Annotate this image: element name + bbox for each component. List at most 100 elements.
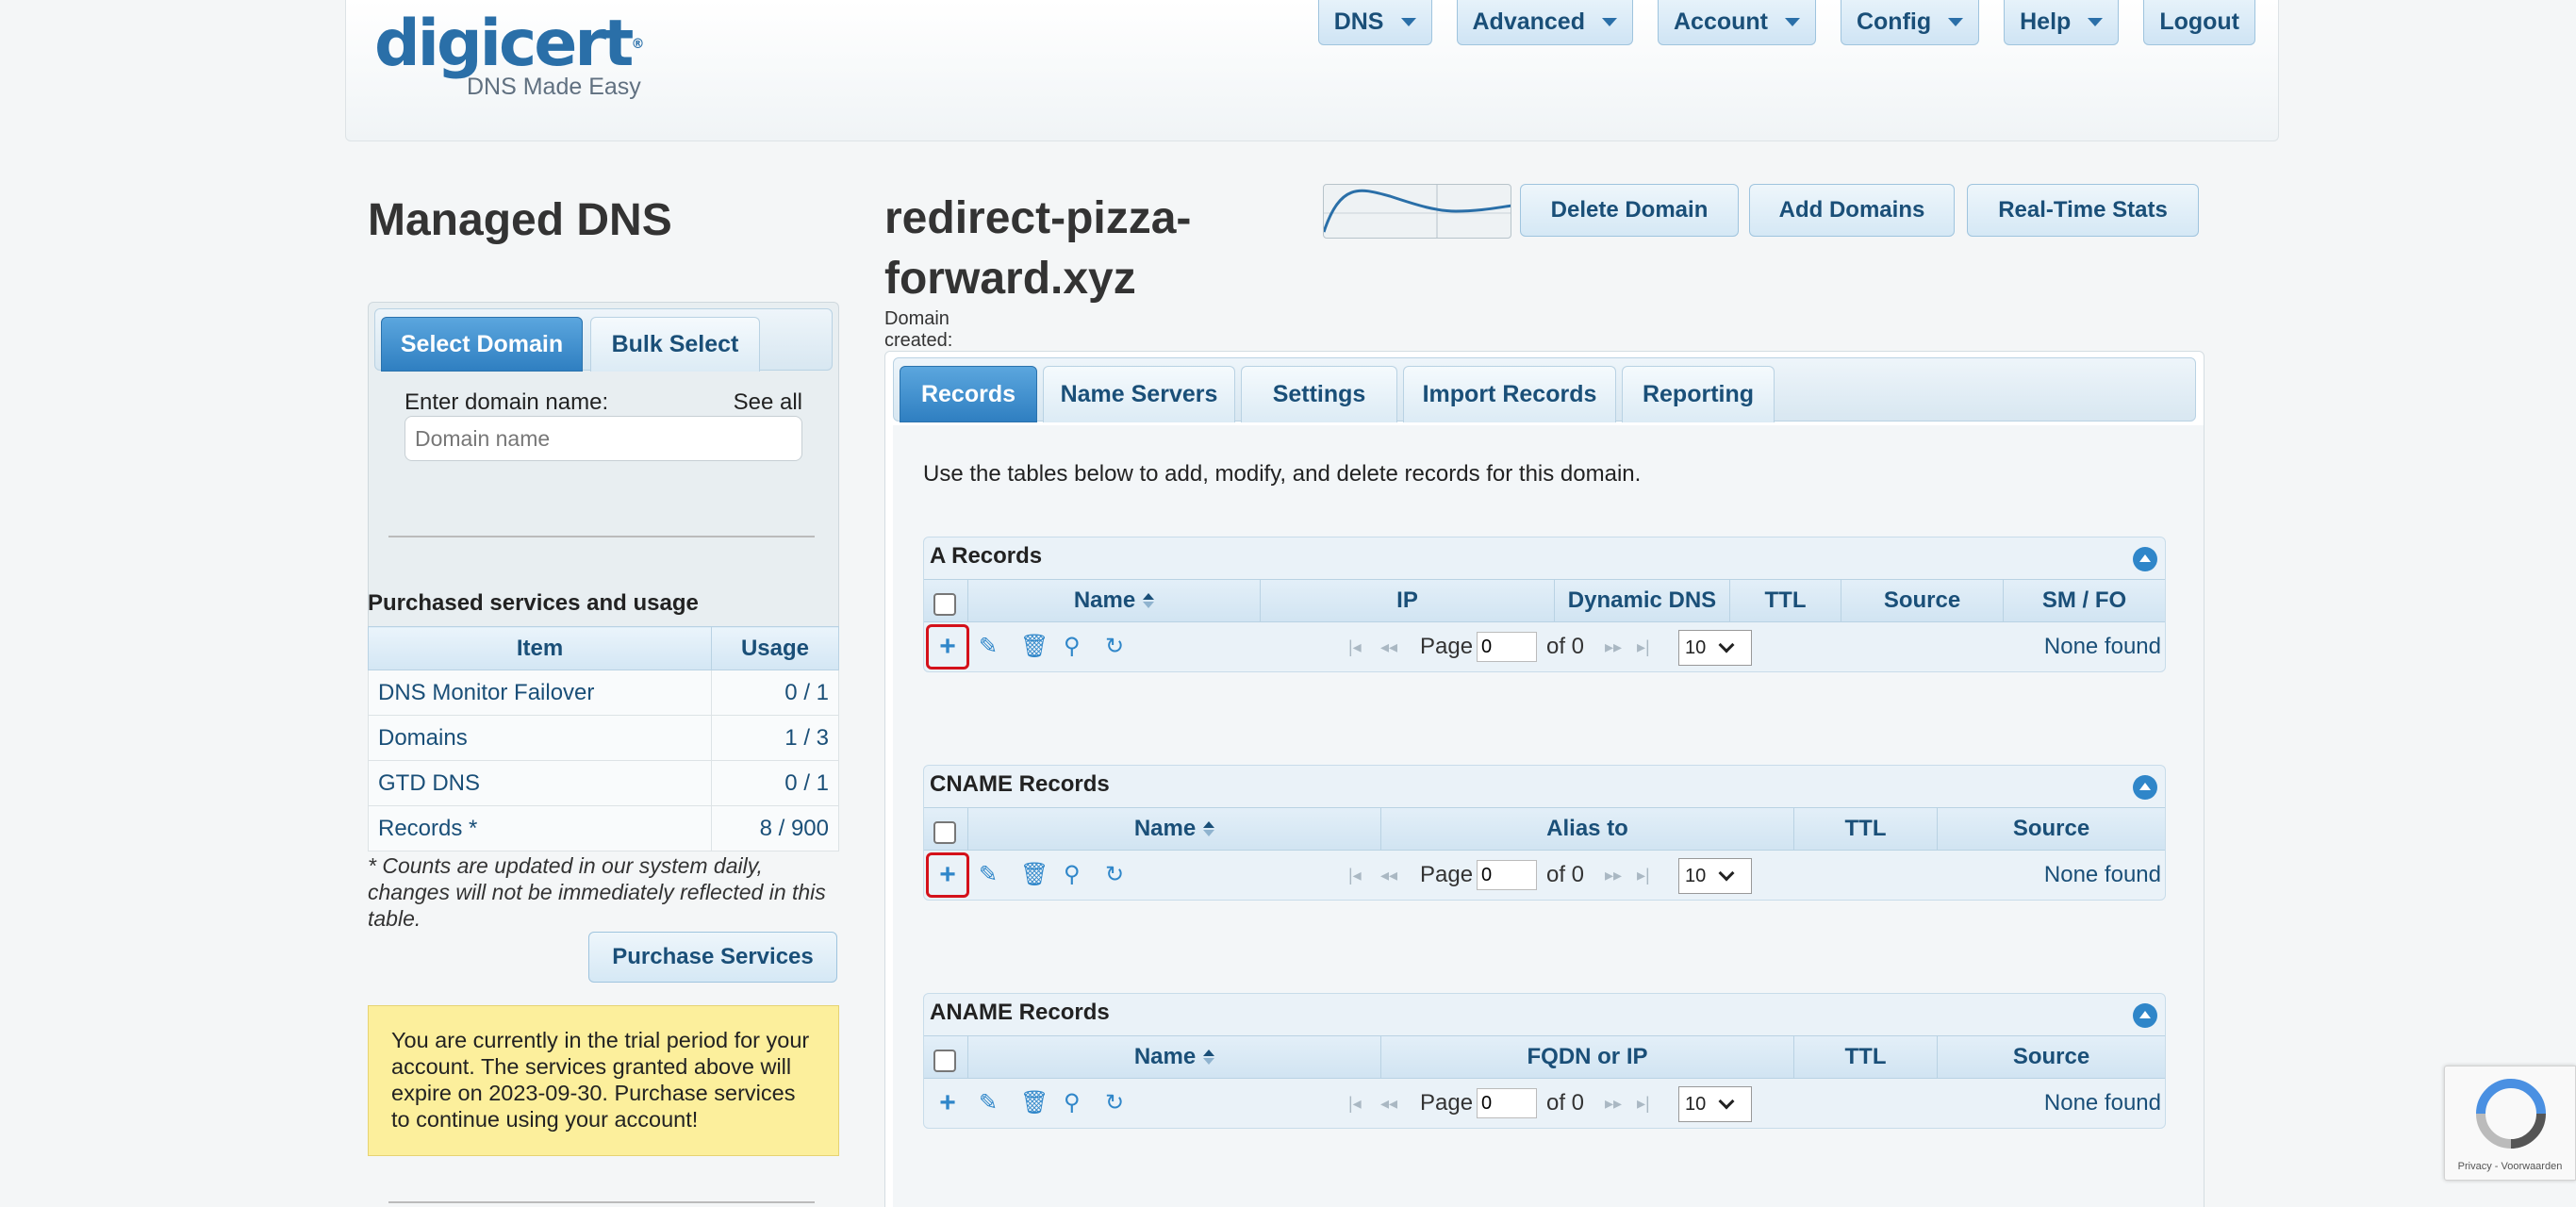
prev-page-icon[interactable]: ◂◂ <box>1380 1094 1397 1114</box>
page-number-input[interactable] <box>1477 632 1537 662</box>
real-time-stats-button[interactable]: Real-Time Stats <box>1967 184 2199 237</box>
digicert-logo[interactable]: digicert® DNS Made Easy <box>374 11 644 101</box>
col-ttl: TTL <box>1729 580 1841 621</box>
tab-select-domain[interactable]: Select Domain <box>381 317 583 372</box>
tab-bulk-select[interactable]: Bulk Select <box>590 317 760 372</box>
refresh-icon[interactable]: ↻ <box>1105 862 1124 888</box>
col-name[interactable]: Name <box>967 1036 1380 1078</box>
next-page-icon[interactable]: ▸▸ <box>1605 866 1622 885</box>
records-panel: Records Name Servers Settings Import Rec… <box>884 351 2204 1207</box>
logo-subtitle: DNS Made Easy <box>467 74 641 100</box>
last-page-icon[interactable]: ▸| <box>1637 1094 1650 1114</box>
search-icon[interactable]: ⚲ <box>1064 862 1081 888</box>
plus-icon: + <box>939 1087 956 1118</box>
domain-select-tabs: Select Domain Bulk Select <box>374 308 833 372</box>
prev-page-icon[interactable]: ◂◂ <box>1380 637 1397 657</box>
page-number-input[interactable] <box>1477 1088 1537 1118</box>
trash-icon[interactable]: 🗑 <box>1020 634 1049 660</box>
nav-advanced[interactable]: Advanced <box>1456 0 1633 45</box>
next-page-icon[interactable]: ▸▸ <box>1605 1094 1622 1114</box>
recaptcha-terms[interactable]: Privacy - Voorwaarden <box>2445 1161 2575 1172</box>
trash-icon[interactable]: 🗑 <box>1020 1090 1049 1116</box>
page-label: Page <box>1420 1090 1474 1116</box>
a-records-pager: + ✎ 🗑 ⚲ ↻ |◂ ◂◂ Page of 0 ▸▸ ▸| 10 None … <box>924 622 2165 671</box>
per-page-select[interactable]: 10 <box>1678 1086 1752 1122</box>
next-page-icon[interactable]: ▸▸ <box>1605 637 1622 657</box>
collapse-icon[interactable] <box>2133 547 2157 571</box>
add-domains-button[interactable]: Add Domains <box>1749 184 1955 237</box>
logo-registered-mark: ® <box>631 37 644 52</box>
nav-config[interactable]: Config <box>1840 0 1980 45</box>
select-all-checkbox[interactable] <box>933 1050 956 1072</box>
edit-icon[interactable]: ✎ <box>979 1090 998 1116</box>
aname-records-table: ANAME Records Name FQDN or IP TTL Source… <box>923 993 2166 1129</box>
collapse-icon[interactable] <box>2133 1003 2157 1028</box>
tab-reporting[interactable]: Reporting <box>1622 366 1775 422</box>
intro-text: Use the tables below to add, modify, and… <box>923 461 1642 487</box>
nav-logout[interactable]: Logout <box>2143 0 2255 45</box>
col-sm-fo: SM / FO <box>2003 580 2165 621</box>
collapse-icon[interactable] <box>2133 775 2157 800</box>
recaptcha-badge[interactable]: Privacy - Voorwaarden <box>2444 1066 2576 1181</box>
search-icon[interactable]: ⚲ <box>1064 634 1081 660</box>
tab-settings[interactable]: Settings <box>1241 366 1397 422</box>
page-title: Managed DNS <box>368 195 672 245</box>
col-name[interactable]: Name <box>967 808 1380 850</box>
nav-dns[interactable]: DNS <box>1317 0 1432 45</box>
domain-title: redirect-pizza-forward.xyz <box>884 193 1192 304</box>
first-page-icon[interactable]: |◂ <box>1348 1094 1362 1114</box>
search-icon[interactable]: ⚲ <box>1064 1090 1081 1116</box>
select-all-checkbox[interactable] <box>933 821 956 844</box>
add-record-button[interactable]: + <box>926 1081 969 1126</box>
col-alias-to: Alias to <box>1380 808 1793 850</box>
delete-domain-button[interactable]: Delete Domain <box>1520 184 1739 237</box>
page-number-input[interactable] <box>1477 860 1537 890</box>
tab-records[interactable]: Records <box>900 366 1037 422</box>
divider <box>388 1201 815 1203</box>
per-page-select[interactable]: 10 <box>1678 858 1752 894</box>
domain-name-input[interactable] <box>405 416 802 461</box>
sort-icon <box>1143 593 1155 608</box>
tab-import-records[interactable]: Import Records <box>1403 366 1616 422</box>
divider <box>388 536 815 537</box>
per-page-select[interactable]: 10 <box>1678 630 1752 666</box>
nav-help[interactable]: Help <box>2004 0 2120 45</box>
chevron-down-icon <box>1718 637 1735 653</box>
trash-icon[interactable]: 🗑 <box>1020 862 1049 888</box>
col-ttl: TTL <box>1793 1036 1937 1078</box>
recaptcha-logo-icon <box>2476 1079 2546 1149</box>
edit-icon[interactable]: ✎ <box>979 634 998 660</box>
first-page-icon[interactable]: |◂ <box>1348 866 1362 885</box>
nav-account[interactable]: Account <box>1657 0 1816 45</box>
purchase-services-button[interactable]: Purchase Services <box>588 932 837 983</box>
trial-notice: You are currently in the trial period fo… <box>368 1005 839 1156</box>
col-name[interactable]: Name <box>967 580 1260 621</box>
sparkline-chart-icon <box>1324 185 1511 238</box>
select-all-checkbox[interactable] <box>933 593 956 616</box>
col-name-label: Name <box>1133 816 1197 841</box>
a-records-title: A Records <box>930 543 1043 569</box>
logo-text: digicert <box>374 7 634 81</box>
nav-help-label: Help <box>2020 8 2072 35</box>
none-found-text: None found <box>2043 634 2161 659</box>
per-page-value: 10 <box>1685 1093 1707 1115</box>
tab-name-servers[interactable]: Name Servers <box>1043 366 1235 422</box>
prev-page-icon[interactable]: ◂◂ <box>1380 866 1397 885</box>
cname-records-title: CNAME Records <box>930 771 1110 797</box>
refresh-icon[interactable]: ↻ <box>1105 1090 1124 1116</box>
add-record-button[interactable]: + <box>926 624 969 670</box>
see-all-link[interactable]: See all <box>734 389 802 416</box>
page-of-label: of 0 <box>1546 634 1585 659</box>
edit-icon[interactable]: ✎ <box>979 862 998 888</box>
query-sparkline[interactable] <box>1323 184 1511 239</box>
aname-records-header: Name FQDN or IP TTL Source <box>924 1035 2165 1079</box>
refresh-icon[interactable]: ↻ <box>1105 634 1124 660</box>
cname-records-pager: + ✎ 🗑 ⚲ ↻ |◂ ◂◂ Page of 0 ▸▸ ▸| 10 None … <box>924 851 2165 900</box>
col-fqdn-or-ip: FQDN or IP <box>1380 1036 1793 1078</box>
nav-dns-label: DNS <box>1333 8 1384 35</box>
last-page-icon[interactable]: ▸| <box>1637 866 1650 885</box>
per-page-value: 10 <box>1685 637 1707 658</box>
add-record-button[interactable]: + <box>926 852 969 898</box>
first-page-icon[interactable]: |◂ <box>1348 637 1362 657</box>
last-page-icon[interactable]: ▸| <box>1637 637 1650 657</box>
